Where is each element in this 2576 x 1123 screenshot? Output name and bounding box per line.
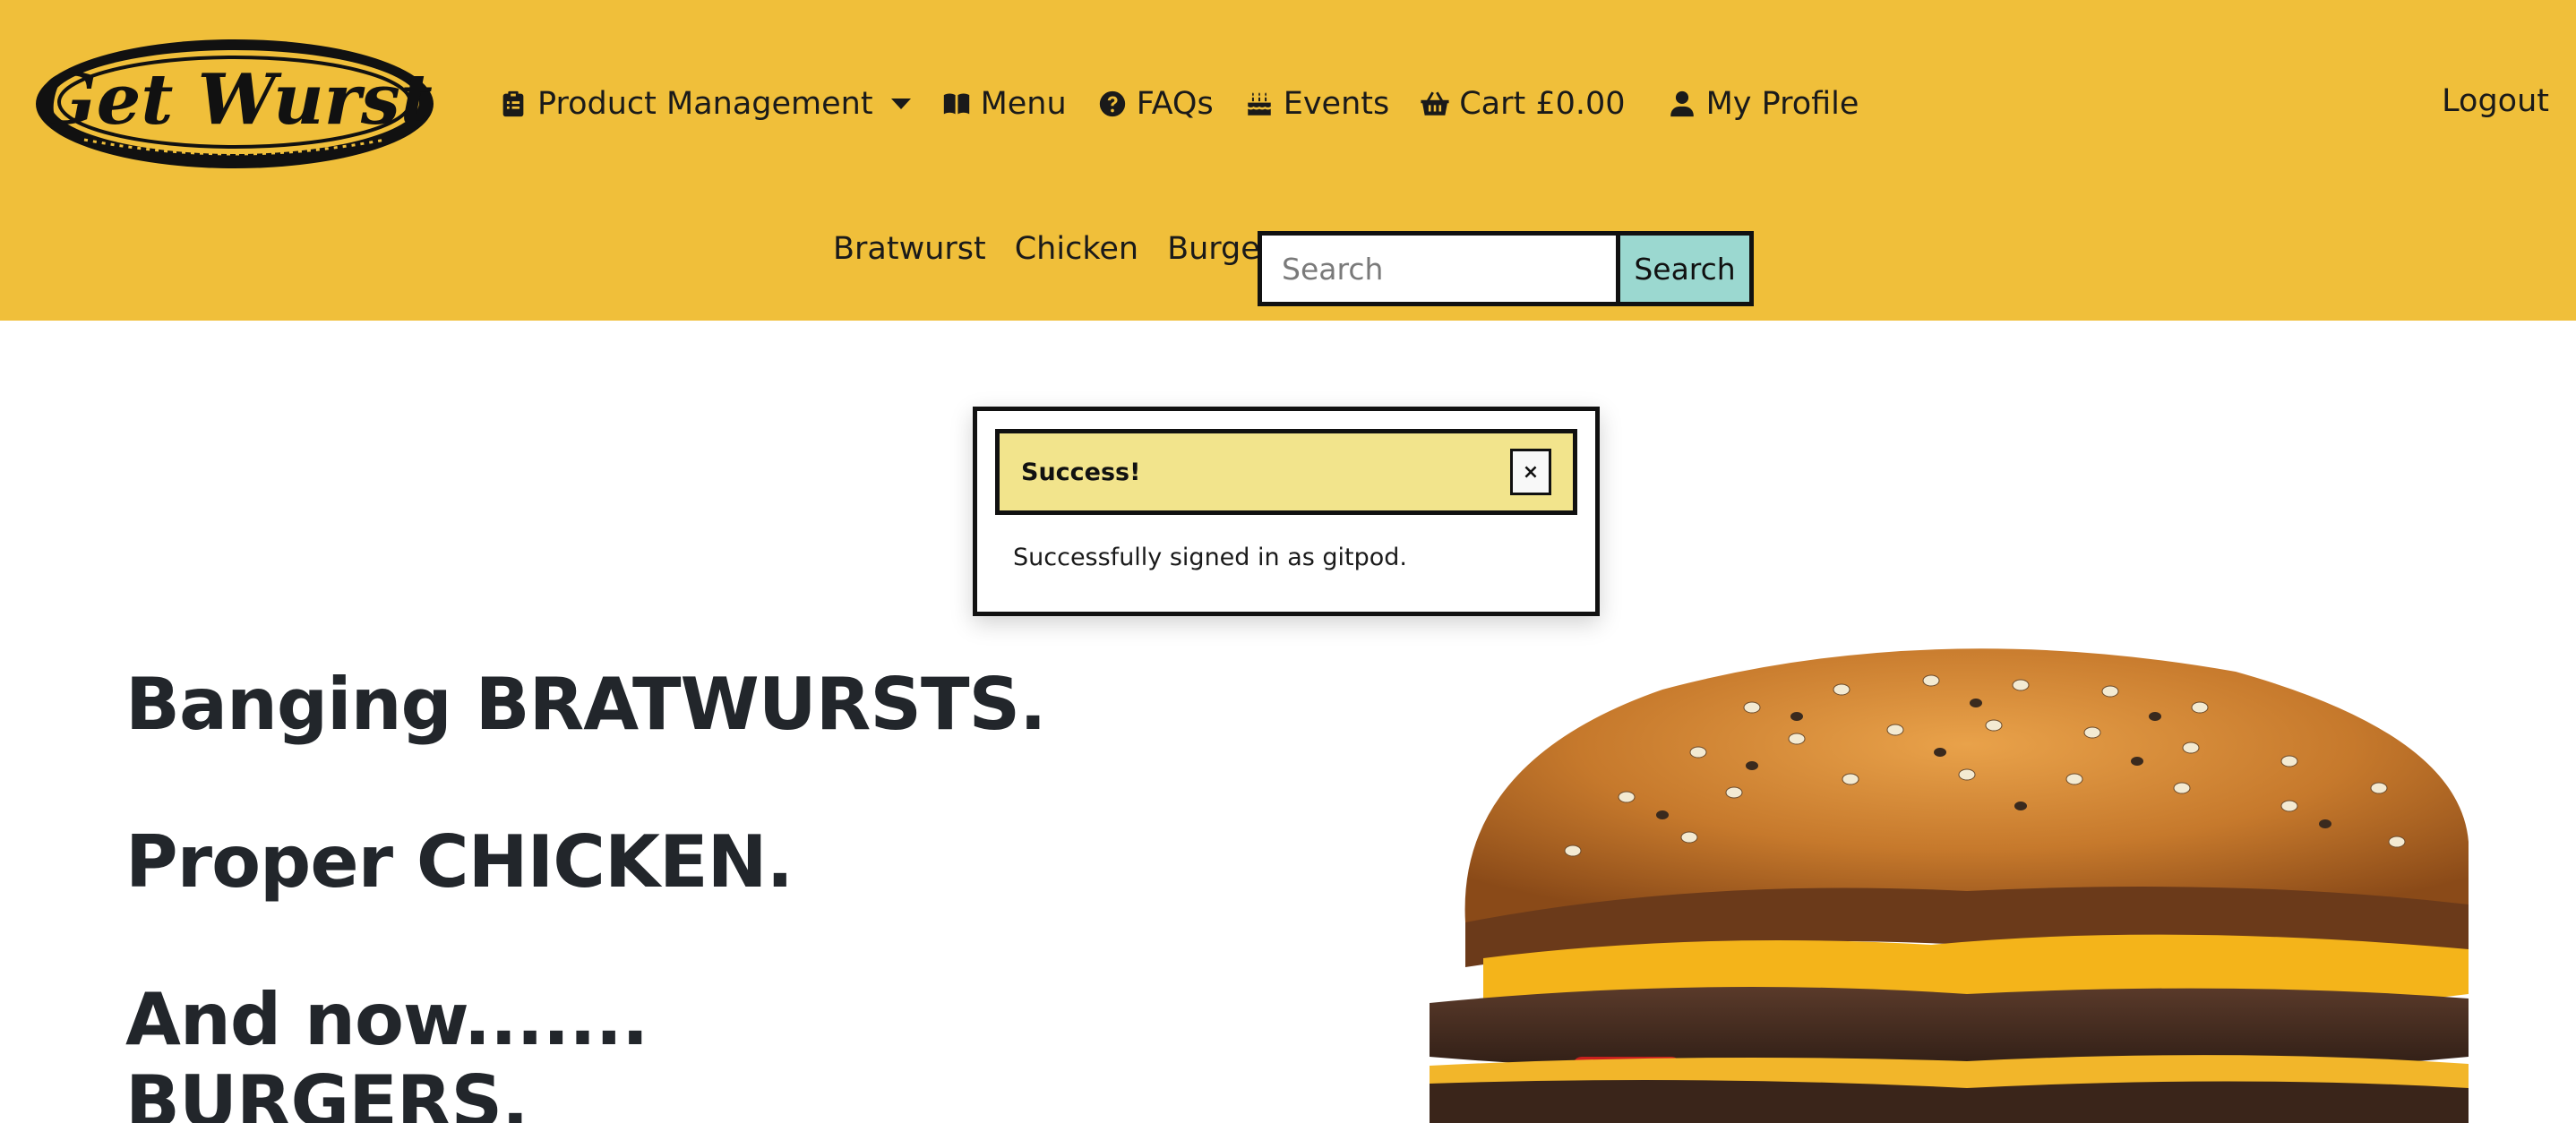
toast-title: Success! (1021, 458, 1141, 486)
shopping-basket-icon (1421, 91, 1449, 116)
search-form: Search (1258, 231, 1754, 306)
nav-faqs-label: FAQs (1136, 86, 1214, 122)
chevron-down-icon (890, 99, 911, 109)
nav-events[interactable]: Events (1244, 86, 1390, 122)
category-nav: Bratwurst Chicken Burgers (833, 231, 1318, 267)
hero-line-bratwursts: Banging BRATWURSTS. (125, 663, 1047, 746)
close-icon[interactable]: × (1510, 449, 1551, 495)
nav-cart-label: Cart £0.00 (1459, 86, 1626, 122)
svg-text:Get Wurst: Get Wurst (37, 59, 433, 141)
category-chicken[interactable]: Chicken (1015, 231, 1138, 267)
nav-faqs[interactable]: FAQs (1097, 86, 1214, 122)
main-nav: Product Management Menu FAQs Events Cart… (498, 79, 1889, 129)
toast-message: Successfully signed in as gitpod. (1013, 544, 1408, 571)
search-input[interactable] (1262, 236, 1620, 302)
nav-my-profile[interactable]: My Profile (1667, 86, 1859, 122)
hero-line-burgers: BURGERS. (125, 1060, 528, 1123)
nav-menu[interactable]: Menu (941, 86, 1067, 122)
question-circle-icon (1099, 90, 1125, 117)
category-bratwurst[interactable]: Bratwurst (833, 231, 986, 267)
hero-line-chicken: Proper CHICKEN. (125, 820, 794, 904)
burger-image (1430, 636, 2469, 1123)
birthday-cake-icon (1247, 92, 1271, 116)
nav-events-label: Events (1283, 86, 1390, 122)
clipboard-list-icon (502, 90, 524, 117)
nav-my-profile-label: My Profile (1705, 86, 1859, 122)
success-toast: Success! × Successfully signed in as git… (973, 407, 1600, 616)
logout-link[interactable]: Logout (2442, 83, 2549, 119)
nav-cart[interactable]: Cart £0.00 (1420, 86, 1626, 122)
nav-product-management-label: Product Management (537, 86, 873, 122)
toast-header: Success! × (995, 429, 1577, 515)
hero-line-and-now: And now....... (125, 978, 648, 1061)
book-open-icon (943, 93, 969, 115)
nav-product-management[interactable]: Product Management (498, 86, 911, 122)
user-icon (1670, 90, 1694, 117)
nav-menu-label: Menu (980, 86, 1067, 122)
site-header: Get Wurst Product Management Menu FAQs E… (0, 0, 2576, 321)
get-wurst-logo[interactable]: Get Wurst (30, 34, 439, 174)
search-button[interactable]: Search (1620, 236, 1749, 302)
